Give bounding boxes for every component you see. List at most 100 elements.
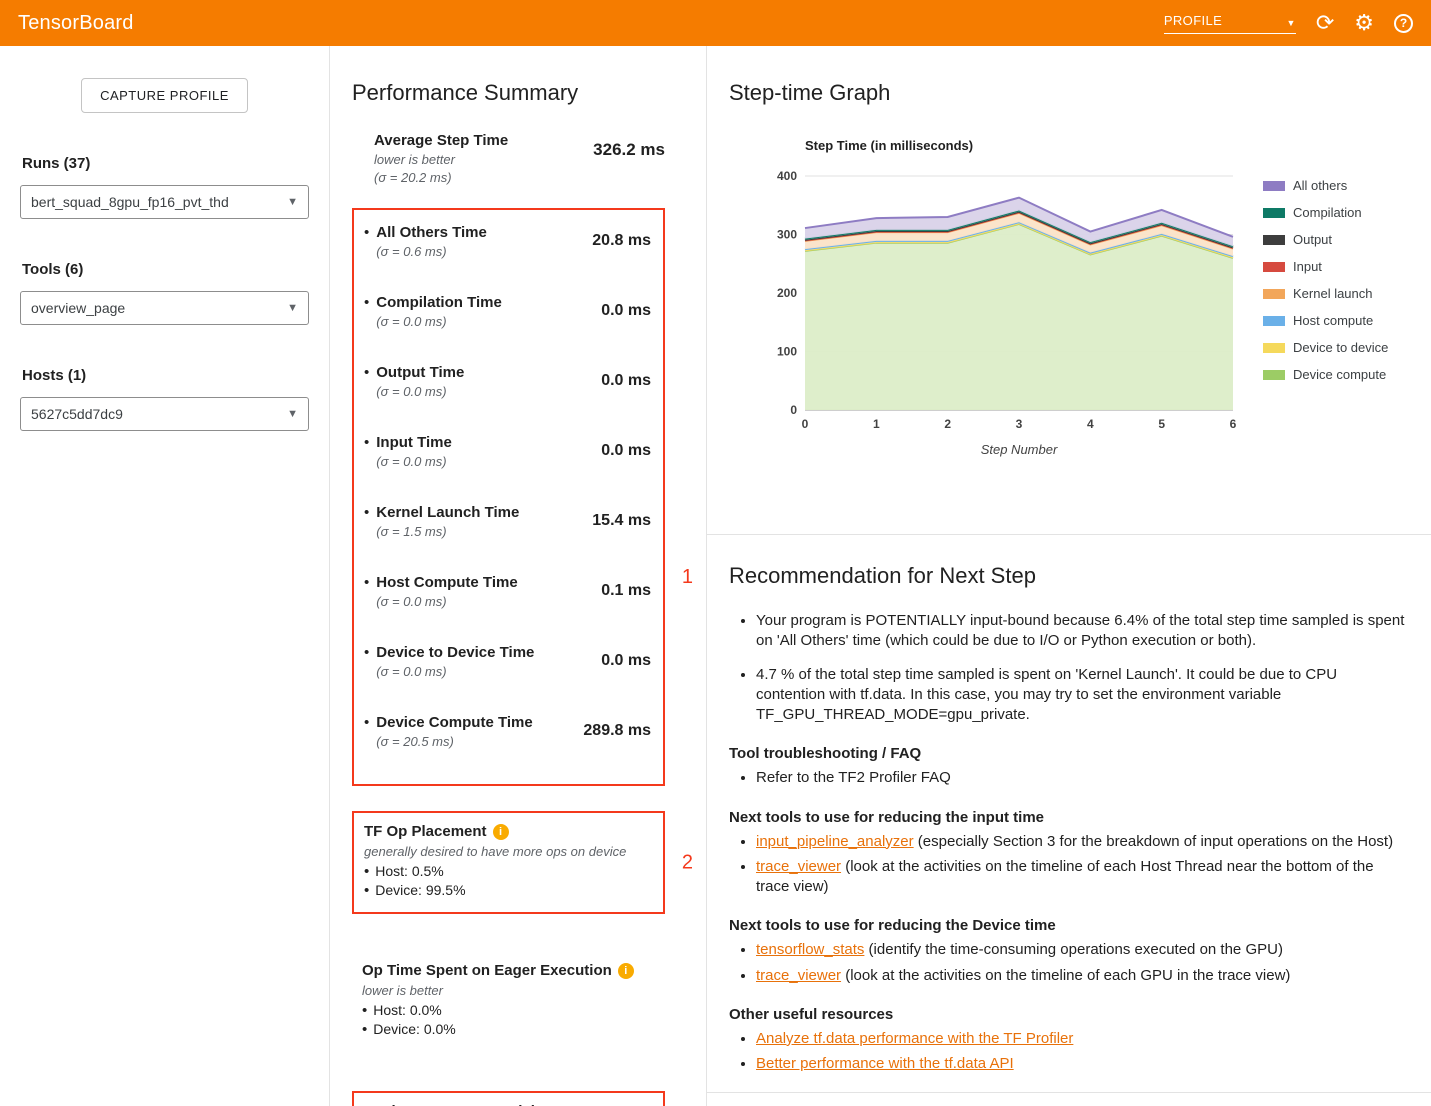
header-actions: PROFILE ▼ ⟳ ⚙ ? xyxy=(1164,12,1413,34)
metric-label: Input Time xyxy=(376,434,452,452)
svg-text:0: 0 xyxy=(790,403,797,417)
chevron-down-icon: ▼ xyxy=(287,408,298,420)
annotation-number-1: 1 xyxy=(682,566,693,589)
legend-swatch xyxy=(1263,208,1285,218)
metric-sigma: (σ = 0.0 ms) xyxy=(376,314,502,330)
list-item: trace_viewer (look at the activities on … xyxy=(756,857,1407,898)
faq-bullet: Refer to the TF2 Profiler FAQ xyxy=(756,768,1407,788)
list-item: trace_viewer (look at the activities on … xyxy=(756,966,1407,986)
info-icon[interactable]: i xyxy=(618,963,634,979)
performance-summary-panel: Performance Summary Average Step Time lo… xyxy=(330,46,707,1106)
metric-sigma: (σ = 1.5 ms) xyxy=(376,524,519,540)
runs-select[interactable]: bert_squad_8gpu_fp16_pvt_thd ▼ xyxy=(20,185,309,219)
app-title: TensorBoard xyxy=(18,12,134,35)
eager-host: Host: 0.0% xyxy=(373,1001,441,1020)
sidebar: CAPTURE PROFILE Runs (37) bert_squad_8gp… xyxy=(0,46,330,1106)
link-tfdata-api[interactable]: Better performance with the tf.data API xyxy=(756,1055,1014,1072)
bullet: • xyxy=(364,434,369,470)
list-item-text: (especially Section 3 for the breakdown … xyxy=(914,833,1393,850)
legend-item: Device compute xyxy=(1263,367,1388,382)
legend-item: Device to device xyxy=(1263,340,1388,355)
metric-value: 20.8 ms xyxy=(584,232,651,260)
hosts-select[interactable]: 5627c5dd7dc9 ▼ xyxy=(20,397,309,431)
tools-select-value: overview_page xyxy=(31,300,125,316)
link-tfdata-performance[interactable]: Analyze tf.data performance with the TF … xyxy=(756,1030,1073,1047)
hosts-select-value: 5627c5dd7dc9 xyxy=(31,406,123,422)
metric-value: 0.0 ms xyxy=(593,372,651,400)
step-time-graph-title: Step-time Graph xyxy=(729,80,1407,106)
tf-op-placement-box: TF Op Placement i generally desired to h… xyxy=(352,811,665,914)
legend-swatch xyxy=(1263,370,1285,380)
metric-sigma: (σ = 20.5 ms) xyxy=(376,734,532,750)
legend-label: All others xyxy=(1293,178,1347,193)
legend-label: Host compute xyxy=(1293,313,1373,328)
svg-text:100: 100 xyxy=(777,345,797,359)
device-compute-precisions-box: Device Compute Precisions out of Total D… xyxy=(352,1091,665,1106)
average-step-time-row: Average Step Time lower is better (σ = 2… xyxy=(352,132,665,186)
bullet: • xyxy=(364,644,369,680)
link-tensorflow-stats[interactable]: tensorflow_stats xyxy=(756,941,864,958)
svg-text:300: 300 xyxy=(777,228,797,242)
tf-op-placement-title: TF Op Placement xyxy=(364,823,487,841)
dashboard-selector[interactable]: PROFILE ▼ xyxy=(1164,13,1296,34)
resources-heading: Other useful resources xyxy=(729,1006,1407,1023)
metric-sigma: (σ = 0.0 ms) xyxy=(376,594,517,610)
tf-op-placement-hint: generally desired to have more ops on de… xyxy=(364,844,651,860)
list-item: tensorflow_stats (identify the time-cons… xyxy=(756,940,1407,960)
metric-row: • Compilation Time (σ = 0.0 ms) 0.0 ms xyxy=(364,294,651,330)
metric-row: • Input Time (σ = 0.0 ms) 0.0 ms xyxy=(364,434,651,470)
metric-value: 0.1 ms xyxy=(593,582,651,610)
metric-label: Compilation Time xyxy=(376,294,502,312)
eager-execution-section: Op Time Spent on Eager Execution i lower… xyxy=(352,952,665,1051)
svg-text:Step Number: Step Number xyxy=(981,442,1058,457)
metric-value: 15.4 ms xyxy=(584,512,651,540)
hosts-label: Hosts (1) xyxy=(22,367,309,384)
legend-swatch xyxy=(1263,289,1285,299)
capture-profile-button[interactable]: CAPTURE PROFILE xyxy=(81,78,248,113)
legend-label: Device to device xyxy=(1293,340,1388,355)
list-item-text: (look at the activities on the timeline … xyxy=(841,967,1290,984)
gear-icon[interactable]: ⚙ xyxy=(1354,12,1374,34)
bullet: • xyxy=(364,881,369,900)
bullet: • xyxy=(362,1001,367,1020)
link-trace-viewer[interactable]: trace_viewer xyxy=(756,967,841,984)
recommendation-title: Recommendation for Next Step xyxy=(729,563,1407,589)
metric-label: Device Compute Time xyxy=(376,714,532,732)
info-icon[interactable]: i xyxy=(493,824,509,840)
legend-label: Device compute xyxy=(1293,367,1386,382)
recommendation-bullet: Your program is POTENTIALLY input-bound … xyxy=(756,611,1407,652)
svg-text:Step Time (in milliseconds): Step Time (in milliseconds) xyxy=(805,138,973,153)
eager-device: Device: 0.0% xyxy=(373,1020,455,1039)
tf-op-placement-host: Host: 0.5% xyxy=(375,862,443,881)
metric-value: 289.8 ms xyxy=(575,722,651,750)
metric-hint: lower is better xyxy=(374,152,508,168)
metric-value: 0.0 ms xyxy=(593,302,651,330)
chevron-down-icon: ▼ xyxy=(287,302,298,314)
bullet: • xyxy=(364,862,369,881)
list-item: input_pipeline_analyzer (especially Sect… xyxy=(756,832,1407,852)
tools-select[interactable]: overview_page ▼ xyxy=(20,291,309,325)
svg-text:4: 4 xyxy=(1087,417,1094,431)
help-icon[interactable]: ? xyxy=(1394,14,1413,33)
svg-text:3: 3 xyxy=(1016,417,1023,431)
bullet: • xyxy=(364,504,369,540)
metric-row: • Device to Device Time (σ = 0.0 ms) 0.0… xyxy=(364,644,651,680)
right-column: Step-time Graph Step Time (in millisecon… xyxy=(707,46,1431,1106)
annotation-number-2: 2 xyxy=(682,851,693,874)
legend-swatch xyxy=(1263,343,1285,353)
bullet: • xyxy=(364,294,369,330)
annotated-metrics-box: • All Others Time (σ = 0.6 ms) 20.8 ms •… xyxy=(352,208,665,786)
metric-sigma: (σ = 0.0 ms) xyxy=(376,664,534,680)
input-tools-heading: Next tools to use for reducing the input… xyxy=(729,809,1407,826)
legend-swatch xyxy=(1263,316,1285,326)
chart-legend: All othersCompilationOutputInputKernel l… xyxy=(1263,178,1388,462)
chevron-down-icon: ▼ xyxy=(287,196,298,208)
legend-item: Kernel launch xyxy=(1263,286,1388,301)
tf-op-placement-device: Device: 99.5% xyxy=(375,881,465,900)
bullet: • xyxy=(364,574,369,610)
svg-text:2: 2 xyxy=(944,417,951,431)
link-input-pipeline-analyzer[interactable]: input_pipeline_analyzer xyxy=(756,833,914,850)
runs-select-value: bert_squad_8gpu_fp16_pvt_thd xyxy=(31,194,229,210)
link-trace-viewer[interactable]: trace_viewer xyxy=(756,858,841,875)
refresh-icon[interactable]: ⟳ xyxy=(1316,12,1334,34)
